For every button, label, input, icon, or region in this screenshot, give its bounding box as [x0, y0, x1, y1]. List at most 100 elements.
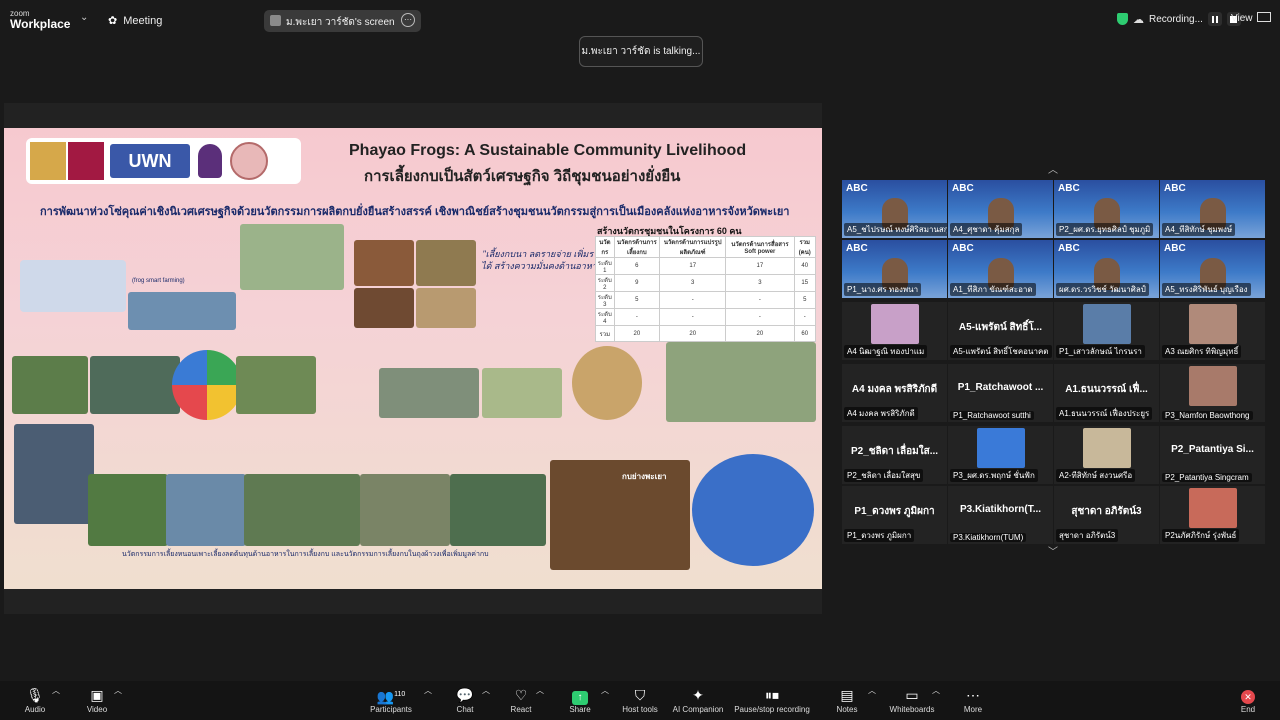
audio-button[interactable]: 🎙 Audio [22, 685, 48, 714]
event-photo [692, 454, 814, 566]
bottom-photo-5 [450, 474, 546, 546]
notes-label: Notes [836, 705, 858, 714]
team-photo [666, 342, 816, 422]
participant-tile[interactable]: ABC A4_ทีสิทักษ์ ชุมพงษ์ [1160, 180, 1265, 238]
table-cell: 60 [793, 325, 816, 342]
gallery-down-chevron-icon[interactable]: ﹀ [1048, 543, 1058, 558]
participant-tile[interactable]: P1_เสาวลักษณ์ ไกรนรา [1054, 302, 1159, 360]
pause-stop-recording-button[interactable]: ⏸⏹ Pause/stop recording [732, 685, 812, 714]
chevron-down-icon[interactable]: ⌄ [80, 12, 88, 23]
participant-photo [1083, 304, 1131, 344]
pause-stop-icon: ⏸⏹ [765, 687, 779, 703]
participant-tile[interactable]: P2_Patantiya Si... P2_Patantiya Singcram [1160, 426, 1265, 484]
pond-photo [128, 292, 236, 330]
participant-display-name: A1.ธนนวรรณ์ เฟื่... [1065, 384, 1148, 395]
share-label: Share [569, 705, 591, 714]
slide-title-en: Phayao Frogs: A Sustainable Community Li… [349, 142, 747, 159]
end-button[interactable]: ✕ End [1236, 685, 1260, 714]
meeting-menu[interactable]: ✿ Meeting [108, 14, 162, 27]
participant-tile[interactable]: P3_ผศ.ดร.พฤกษ์ ชั่นฟัก [948, 426, 1053, 484]
slide-title-th: การเลี้ยงกบเป็นสัตว์เศรษฐกิจ วิถีชุมชนอย… [364, 168, 681, 185]
notes-icon: ▤ [840, 687, 854, 703]
notes-options-chevron-icon[interactable]: ︿ [868, 685, 876, 696]
participant-photo [977, 428, 1025, 468]
react-options-chevron-icon[interactable]: ︿ [536, 685, 544, 696]
participant-tile[interactable]: A2-ทีสิทักษ์ สงวนศรีอ [1054, 426, 1159, 484]
host-tools-button[interactable]: ⛉ Host tools [620, 685, 660, 714]
participants-options-chevron-icon[interactable]: ︿ [424, 685, 432, 696]
participant-name: A1_ทีสิภา ขัณฑ์สะอาด [950, 283, 1036, 296]
abc-logo-icon: ABC [1164, 183, 1186, 194]
chat-button[interactable]: 💬 Chat [452, 685, 478, 714]
view-label[interactable]: View [1231, 13, 1253, 24]
more-options-icon[interactable]: ··· [401, 13, 415, 27]
table-cell: 5 [793, 291, 816, 309]
participant-tile[interactable]: ABC A5_ทรงศิริพันธ์ บุญเรือง [1160, 240, 1265, 298]
sdg2-icon [30, 142, 66, 180]
react-button[interactable]: ♡ React [508, 685, 534, 714]
zoom-workplace-logo[interactable]: zoom Workplace [10, 8, 70, 30]
slide-subtitle: การพัฒนาห่วงโซ่คุณค่าเชิงนิเวศเศรษฐกิจด้… [40, 206, 790, 218]
table-header: นวัตกรด้านการสื่อสาร Soft power [725, 236, 795, 258]
gallery-up-chevron-icon[interactable]: ︿ [1048, 161, 1058, 176]
whiteboard-icon: ▭ [905, 687, 919, 703]
participant-name: P1_Ratchawoot sutthi [950, 411, 1034, 420]
whiteboards-options-chevron-icon[interactable]: ︿ [932, 685, 940, 696]
participant-tile[interactable]: P1_ดวงพร ภูมิผกา P1_ดวงพร ภูมิผกา [842, 486, 947, 544]
participant-tile[interactable]: ABC A4_ศุชาดา คุ้มสกุล [948, 180, 1053, 238]
participants-button[interactable]: 👥110 Participants [368, 685, 414, 714]
chat-icon: 💬 [456, 687, 474, 703]
table-cell: ระดับ 2 [595, 274, 615, 292]
participant-tile[interactable]: A4 มงคล พรสิริภักดี A4 มงคล พรสิริภักดี [842, 364, 947, 422]
participant-photo [1189, 366, 1237, 406]
participant-tile[interactable]: P2_ชลิดา เลื่อมใส... P2_ชลิดา เลื่อมใสสุข [842, 426, 947, 484]
participant-tile[interactable]: ABC A5_ชไปรษณ์ หงษ์ศิริสมานสกุล [842, 180, 947, 238]
participant-tile[interactable]: P3.Kiatikhorn(T... P3.Kiatikhorn(TUM) [948, 486, 1053, 544]
participant-photo [1083, 428, 1131, 468]
audio-options-chevron-icon[interactable]: ︿ [52, 685, 60, 696]
participant-photo [1189, 304, 1237, 344]
food-photo-4 [416, 288, 476, 328]
react-label: React [510, 705, 532, 714]
table-cell: ระดับ 4 [595, 308, 615, 326]
cloud-icon: ☁ [1133, 13, 1144, 26]
participant-tile[interactable]: สุชาดา อภิรัตน์3 สุชาดา อภิรัตน์3 [1054, 486, 1159, 544]
view-grid-icon[interactable] [1257, 12, 1271, 22]
whiteboards-button[interactable]: ▭ Whiteboards [888, 685, 936, 714]
screen-share-pill[interactable]: ม.พะเยา วาร์ชัด's screen ··· [264, 10, 421, 32]
participant-name: A2-ทีสิทักษ์ สงวนศรีอ [1056, 469, 1136, 482]
people-photo [482, 368, 562, 418]
participant-tile[interactable]: A5-แพรัตน์ สิทธิ์โ... A5-แพรัตน์ สิทธิ์โช… [948, 302, 1053, 360]
notes-button[interactable]: ▤ Notes [834, 685, 860, 714]
participant-tile[interactable]: P2นภัศภิรักษ์ รุ่งพันธ์ [1160, 486, 1265, 544]
participant-display-name: A5-แพรัตน์ สิทธิ์โ... [958, 322, 1043, 333]
table-cell: 17 [725, 257, 795, 275]
participant-tile[interactable]: A3 ณยศิกร ทิพิญมุทธิ์ [1160, 302, 1265, 360]
participant-tile[interactable]: A1.ธนนวรรณ์ เฟื่... A1.ธนนวรรณ์ เฟื่องประ… [1054, 364, 1159, 422]
participant-tile[interactable]: P1_Ratchawoot ... P1_Ratchawoot sutthi [948, 364, 1053, 422]
video-button[interactable]: ▣ Video [84, 685, 110, 714]
video-options-chevron-icon[interactable]: ︿ [114, 685, 122, 696]
participant-name: ผศ.ดร.วรวิชช์ วัฒนาศิลป์ [1056, 283, 1149, 296]
participant-name: A3 ณยศิกร ทิพิญมุทธิ์ [1162, 345, 1242, 358]
share-button[interactable]: ↑ Share [567, 685, 593, 714]
participant-tile[interactable]: ABC P1_นาง.ศร ทองพนา [842, 240, 947, 298]
more-button[interactable]: ⋯ More [960, 685, 986, 714]
participant-name: A5_ชไปรษณ์ หงษ์ศิริสมานสกุล [844, 223, 947, 236]
food-photo-2 [416, 240, 476, 286]
bottom-photo-3 [244, 474, 360, 546]
ai-companion-button[interactable]: ✦ AI Companion [670, 685, 726, 714]
participant-tile[interactable]: P3_Namfon Baowthong [1160, 364, 1265, 422]
participant-tile[interactable]: ABC P2_ผศ.ดร.ยุทธศิลป์ ชุมภูมิ [1054, 180, 1159, 238]
participant-tile[interactable]: ABC A1_ทีสิภา ขัณฑ์สะอาด [948, 240, 1053, 298]
chat-options-chevron-icon[interactable]: ︿ [482, 685, 490, 696]
table-cell: ระดับ 1 [595, 257, 615, 275]
participant-tile[interactable]: A4 นิฒาฐณิ ทองปาแม [842, 302, 947, 360]
pause-recording-button[interactable] [1207, 12, 1222, 26]
share-options-chevron-icon[interactable]: ︿ [601, 685, 609, 696]
encryption-shield-icon[interactable] [1117, 13, 1128, 25]
participant-name: P2_Patantiya Singcram [1162, 473, 1252, 482]
participant-name: P3_ผศ.ดร.พฤกษ์ ชั่นฟัก [950, 469, 1038, 482]
participant-tile[interactable]: ABC ผศ.ดร.วรวิชช์ วัฒนาศิลป์ [1054, 240, 1159, 298]
ai-companion-label: AI Companion [672, 705, 724, 714]
